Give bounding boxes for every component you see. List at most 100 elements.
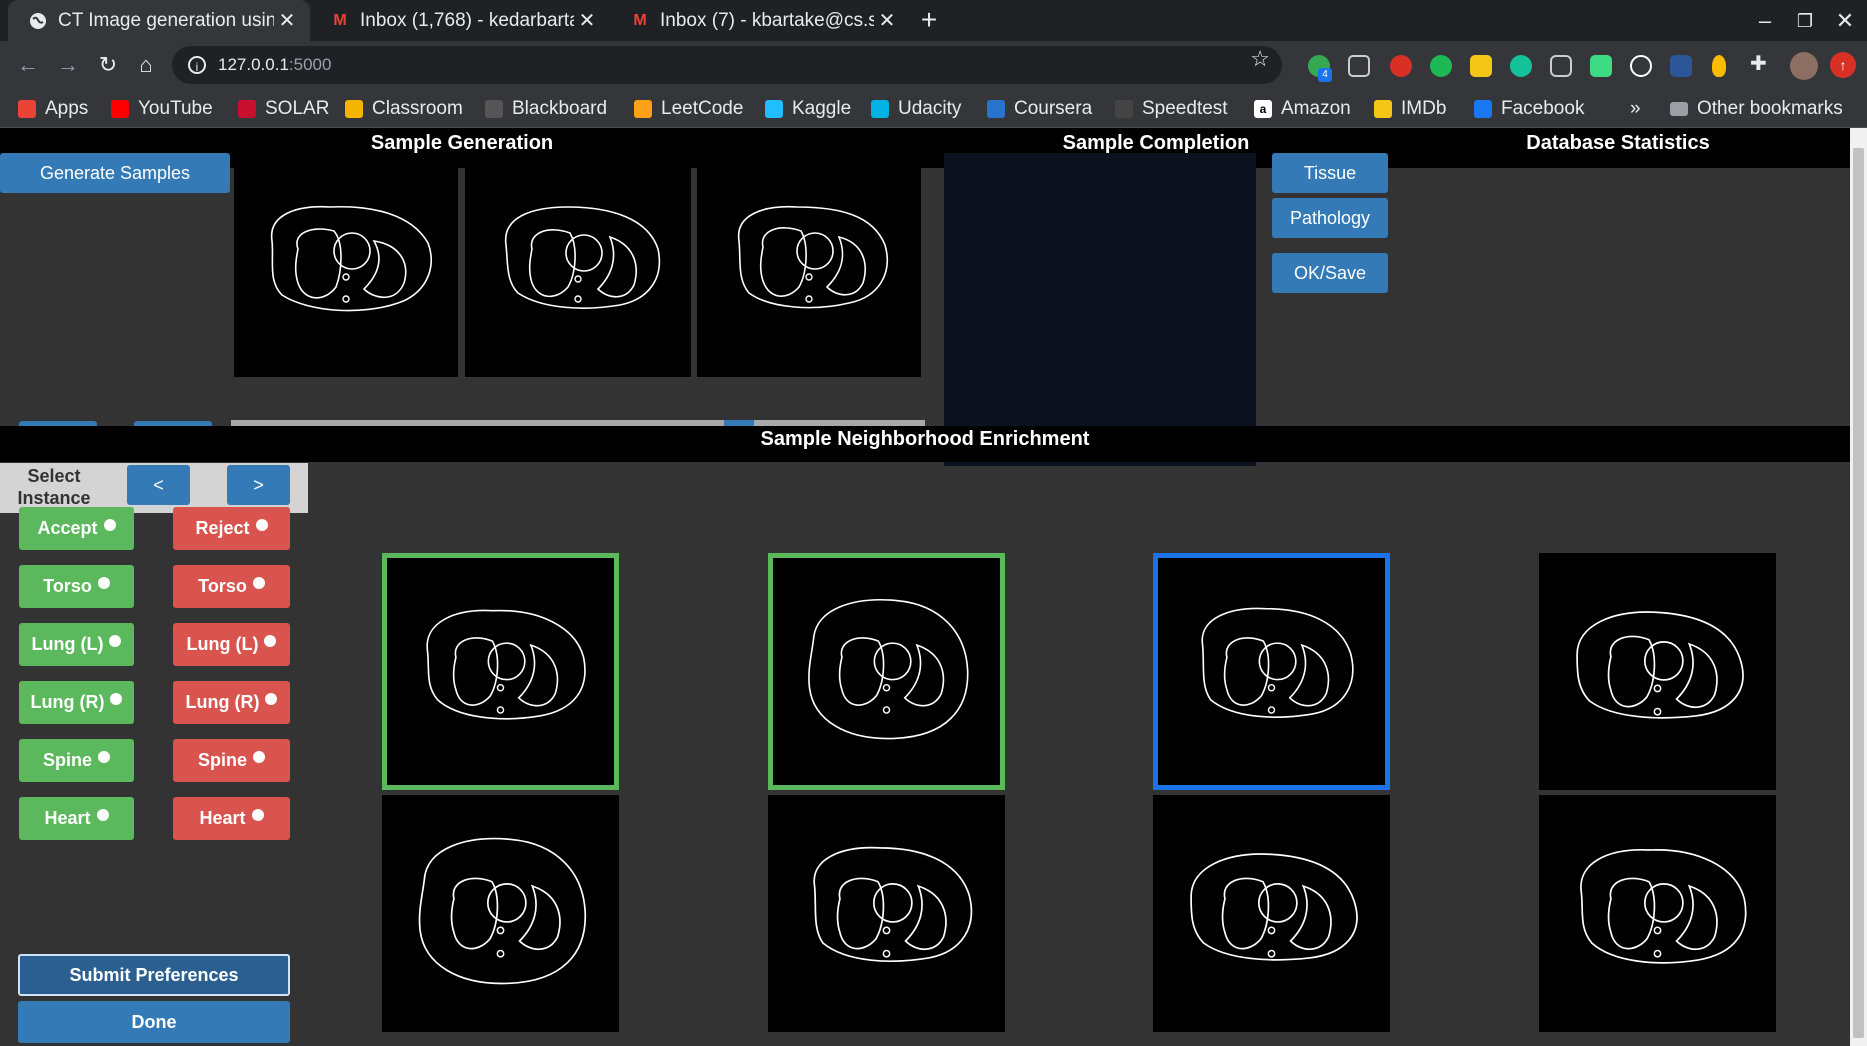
info-icon[interactable]: i [188,56,206,74]
bookmark-udacity[interactable]: Udacity [871,96,961,122]
bookmark-classroom[interactable]: Classroom [345,96,463,122]
bookmark-amazon[interactable]: a Amazon [1254,96,1351,122]
accept-lung-l-button[interactable]: Lung (L) [19,623,134,666]
extension-bulb-icon[interactable] [1712,55,1726,77]
accept-accept-button[interactable]: Accept [19,507,134,550]
accept-heart-button[interactable]: Heart [19,797,134,840]
reject-lung-r-button[interactable]: Lung (R) [173,681,290,724]
neighbor-sample-6[interactable] [768,795,1005,1032]
sample-completion-canvas[interactable] [944,153,1256,466]
bookmark-youtube[interactable]: YouTube [111,96,213,122]
extension-blue-icon[interactable] [1670,55,1692,77]
bookmark-kaggle[interactable]: Kaggle [765,96,851,122]
minimize-icon[interactable]: – [1750,6,1780,36]
home-icon[interactable]: ⌂ [130,49,162,81]
bookmark-facebook[interactable]: Facebook [1474,96,1584,122]
extension-grammar-icon[interactable] [1430,55,1452,77]
close-icon[interactable]: ✕ [574,8,600,33]
extension-reader-icon[interactable] [1348,55,1370,77]
bookmark-leetcode[interactable]: LeetCode [634,96,743,122]
tab-gmail-inbox-1[interactable]: M Inbox (1,768) - kedarbarta ✕ [310,0,610,41]
extension-gauge-icon[interactable] [1630,55,1652,77]
select-instance-label: Select Instance [17,466,91,508]
update-icon[interactable]: ↑ [1830,52,1856,78]
imdb-icon [1374,100,1392,118]
generated-sample-2[interactable] [465,153,691,377]
reload-icon[interactable]: ↻ [92,49,124,81]
address-bar[interactable]: i 127.0.0.1:5000 ☆ [172,46,1282,84]
bookmark-speedtest[interactable]: Speedtest [1115,96,1228,122]
extension-pocket-icon[interactable] [1550,55,1572,77]
button-label: Lung (L) [31,634,104,654]
ct-slice-image [1576,611,1744,719]
generate-samples-button[interactable]: Generate Samples [0,153,230,193]
ct-slice-image [737,205,889,309]
neighborhood-section-header: Sample Neighborhood Enrichment [0,426,1850,462]
avatar[interactable] [1790,52,1818,80]
close-window-icon[interactable]: ✕ [1830,6,1860,36]
radio-dot-icon [251,808,264,821]
bookmark-label: Speedtest [1142,98,1228,119]
accept-spine-button[interactable]: Spine [19,739,134,782]
other-bookmarks[interactable]: Other bookmarks [1670,96,1843,122]
bookmark-blackboard[interactable]: Blackboard [485,96,607,122]
reject-lung-l-button[interactable]: Lung (L) [173,623,290,666]
tissue-button[interactable]: Tissue [1272,153,1388,193]
ct-slice-image [1580,849,1747,964]
new-tab-button[interactable]: + [914,6,944,36]
neighbor-sample-7[interactable] [1153,795,1390,1032]
ok-save-button[interactable]: OK/Save [1272,253,1388,293]
forward-arrow-icon[interactable]: → [52,49,84,81]
extensions-puzzle-icon[interactable]: ✚ [1750,51,1772,75]
instance-prev-button[interactable]: < [127,465,190,505]
neighbor-sample-1[interactable] [382,553,619,790]
generated-sample-1[interactable] [234,153,458,377]
close-icon[interactable]: ✕ [274,8,300,33]
instance-next-button[interactable]: > [227,465,290,505]
reject-torso-button[interactable]: Torso [173,565,290,608]
neighbor-sample-5[interactable] [382,795,619,1032]
accept-lung-r-button[interactable]: Lung (R) [19,681,134,724]
radio-dot-icon [103,518,116,531]
generated-sample-3[interactable] [697,153,921,377]
ct-slice-image [418,837,586,985]
back-arrow-icon[interactable]: ← [12,49,44,81]
extension-check-icon[interactable] [1590,55,1612,77]
neighbor-sample-3[interactable] [1153,553,1390,790]
button-label: Lung (L) [186,634,259,654]
reject-spine-button[interactable]: Spine [173,739,290,782]
bookmark-solar[interactable]: SOLAR [238,96,329,122]
tab-gmail-inbox-2[interactable]: M Inbox (7) - kbartake@cs.st ✕ [610,0,910,41]
more-bookmarks-button[interactable]: » [1630,96,1641,122]
speedtest-icon [1115,100,1133,118]
done-button[interactable]: Done [18,1001,290,1043]
bookmark-star-icon[interactable]: ☆ [1250,46,1270,72]
close-icon[interactable]: ✕ [874,8,900,33]
radio-dot-icon [110,692,123,705]
extension-grammarly-icon[interactable] [1510,55,1532,77]
tab-ct-image-generation[interactable]: CT Image generation usin ✕ [8,0,310,41]
select-instance-panel: Select Instance < > [0,463,308,513]
submit-preferences-button[interactable]: Submit Preferences [18,954,290,996]
bookmark-apps[interactable]: Apps [18,96,88,122]
neighbor-sample-8[interactable] [1539,795,1776,1032]
restore-icon[interactable]: ❐ [1790,6,1820,36]
reject-heart-button[interactable]: Heart [173,797,290,840]
radio-dot-icon [96,808,109,821]
bookmark-label: SOLAR [265,98,330,119]
bookmark-label: IMDb [1401,98,1447,119]
accept-torso-button[interactable]: Torso [19,565,134,608]
neighbor-sample-2[interactable] [768,553,1005,790]
button-label: Heart [199,808,246,828]
reject-reject-button[interactable]: Reject [173,507,290,550]
bookmark-imdb[interactable]: IMDb [1374,96,1446,122]
pathology-button[interactable]: Pathology [1272,198,1388,238]
bookmark-coursera[interactable]: Coursera [987,96,1092,122]
extension-yellow-icon[interactable] [1470,55,1492,77]
ct-slice-image [813,846,973,962]
neighbor-sample-4[interactable] [1539,553,1776,790]
scrollbar-thumb[interactable] [1853,148,1864,1038]
bookmark-label: Coursera [1014,98,1093,119]
extension-red-icon[interactable] [1390,55,1412,77]
bookmark-label: Facebook [1501,98,1585,119]
